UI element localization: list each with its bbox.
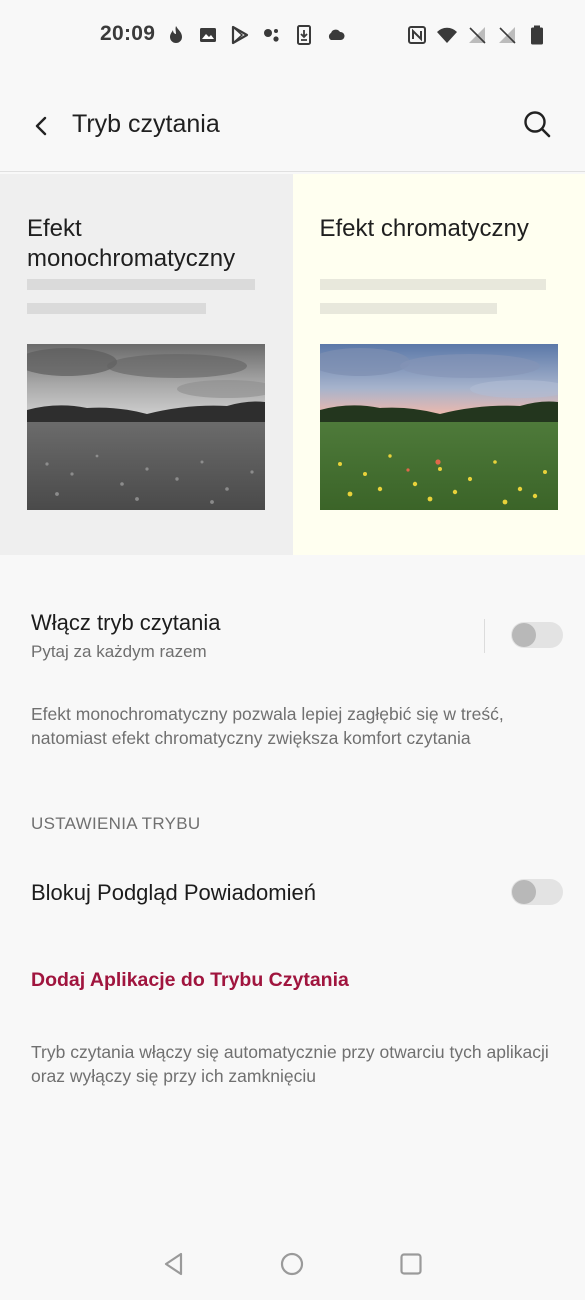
placeholder-line [27,279,255,290]
reading-mode-toggle[interactable] [511,622,563,648]
reading-mode-row[interactable]: Włącz tryb czytania Pytaj za każdym raze… [0,590,585,680]
block-notifications-toggle[interactable] [511,879,563,905]
back-button[interactable] [22,106,62,146]
recents-square-icon [400,1253,422,1275]
placeholder-line [319,303,497,314]
no-signal-icon [497,24,517,46]
wifi-icon [437,24,457,46]
reading-mode-title: Włącz tryb czytania [31,610,221,635]
block-notifications-title: Blokuj Podgląd Powiadomień [31,880,316,905]
cloud-icon [326,24,346,46]
placeholder-line [27,303,206,314]
mono-landscape-image [27,344,265,510]
chroma-effect-title: Efekt chromatyczny [319,215,529,242]
download-icon [294,24,314,46]
block-notifications-row[interactable]: Blokuj Podgląd Powiadomień [0,860,585,924]
back-arrow-icon [35,116,47,136]
status-bar: 20:09 [0,0,585,70]
toggle-knob [512,880,536,904]
mono-effect-card[interactable]: Efekt monochromatyczny [0,174,293,555]
section-header: USTAWIENIA TRYBU [31,814,201,833]
add-apps-link[interactable]: Dodaj Aplikacje do Trybu Czytania [31,969,349,992]
chroma-landscape-image [319,344,558,510]
placeholder-line [319,279,546,290]
effect-description: Efekt monochromatyczny pozwala lepiej za… [31,704,504,748]
app-bar: Tryb czytania [0,80,585,172]
home-circle-icon [280,1252,304,1276]
assistant-icon [262,24,282,46]
back-triangle-icon [164,1252,183,1276]
fire-icon [166,24,186,46]
row-divider [484,619,485,653]
page-title: Tryb czytania [72,110,220,138]
chroma-effect-card[interactable]: Efekt chromatyczny [292,174,585,555]
play-store-icon [230,24,250,46]
search-icon [524,111,551,138]
status-time: 20:09 [100,22,156,45]
nfc-icon [407,24,427,46]
search-button[interactable] [517,104,557,144]
nav-back-button[interactable] [156,1246,192,1282]
nav-recents-button[interactable] [393,1246,429,1282]
nav-home-button[interactable] [274,1246,310,1282]
status-icons-left [166,24,346,46]
no-signal-icon [467,24,487,46]
status-icons-right [407,24,547,46]
image-icon [198,24,218,46]
reading-mode-subtitle: Pytaj za każdym razem [31,642,207,661]
toggle-knob [512,623,536,647]
effect-selector: Efekt monochromatyczny Efekt chromatyczn… [0,174,585,555]
mono-effect-title: Efekt monochromatyczny [27,215,236,272]
navigation-bar [0,1230,585,1300]
footer-description: Tryb czytania włączy się automatycznie p… [31,1042,549,1086]
battery-icon [527,24,547,46]
